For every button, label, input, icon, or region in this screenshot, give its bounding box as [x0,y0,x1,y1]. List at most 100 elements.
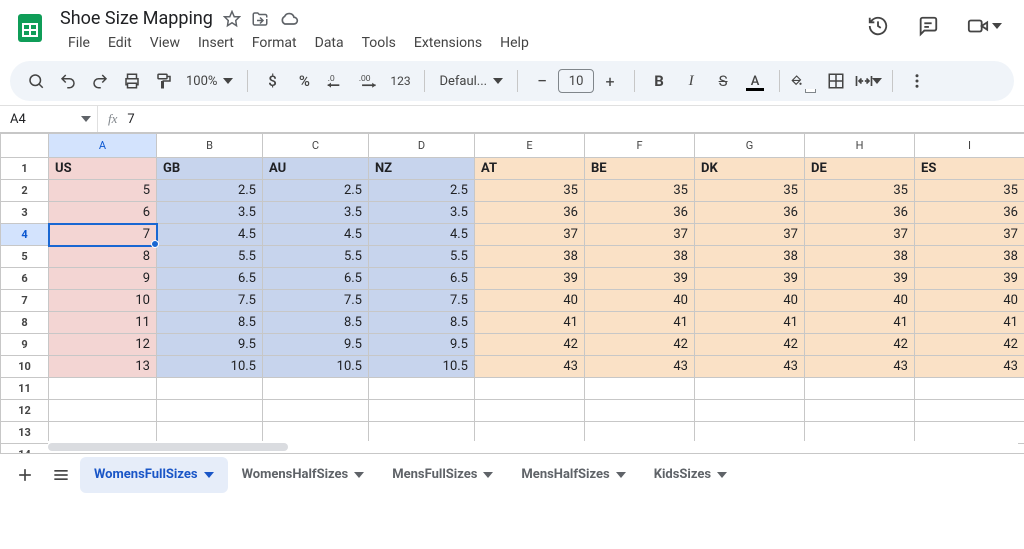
cell[interactable] [369,378,475,400]
cell[interactable]: 39 [915,268,1024,290]
sheet-tab[interactable]: KidsSizes [640,457,741,493]
menu-tools[interactable]: Tools [354,31,404,55]
cell[interactable]: 38 [695,246,805,268]
cell[interactable]: NZ [369,158,475,180]
italic-icon[interactable]: I [677,67,705,95]
row-header[interactable]: 8 [1,312,49,334]
cell[interactable]: GB [157,158,263,180]
star-icon[interactable] [223,10,241,28]
cell[interactable]: 3.5 [369,202,475,224]
cell[interactable] [157,378,263,400]
cell[interactable]: 40 [475,290,585,312]
cell[interactable]: 36 [915,202,1024,224]
cell[interactable]: 42 [475,334,585,356]
cell[interactable]: 9.5 [157,334,263,356]
cell[interactable]: 43 [805,356,915,378]
cell[interactable]: 5.5 [157,246,263,268]
add-sheet-icon[interactable] [8,460,42,490]
chevron-down-icon[interactable] [204,472,214,478]
text-color-icon[interactable]: A [741,67,769,95]
cell[interactable]: 43 [475,356,585,378]
cell[interactable]: AT [475,158,585,180]
cell[interactable]: 4.5 [157,224,263,246]
cell[interactable]: 35 [915,180,1024,202]
sheet-tab[interactable]: MensFullSizes [378,457,507,493]
cell[interactable]: 41 [915,312,1024,334]
cloud-icon[interactable] [279,9,299,29]
cell[interactable]: 37 [695,224,805,246]
cell[interactable]: US [49,158,157,180]
cell[interactable] [695,378,805,400]
cell[interactable] [695,400,805,422]
spreadsheet-grid[interactable]: ABCDEFGHI 1USGBAUNZATBEDKDEES252.52.52.5… [0,133,1024,466]
more-icon[interactable] [903,67,931,95]
cell[interactable]: 40 [695,290,805,312]
cell[interactable]: 35 [475,180,585,202]
cell[interactable]: 37 [585,224,695,246]
cell[interactable]: 2.5 [369,180,475,202]
comments-icon[interactable] [916,14,940,38]
cell[interactable]: 35 [585,180,695,202]
menu-view[interactable]: View [142,31,188,55]
font-size-input[interactable]: 10 [558,69,594,93]
cell[interactable]: 36 [805,202,915,224]
meet-button[interactable] [966,15,1002,37]
chevron-down-icon[interactable] [616,472,626,478]
cell[interactable]: 7 [49,224,157,246]
cell[interactable]: 10.5 [157,356,263,378]
cell[interactable]: 42 [695,334,805,356]
cell[interactable]: 9.5 [263,334,369,356]
menu-data[interactable]: Data [307,31,352,55]
search-icon[interactable] [22,67,50,95]
cell[interactable]: 39 [805,268,915,290]
cell[interactable]: 39 [585,268,695,290]
chevron-down-icon[interactable] [483,472,493,478]
cell[interactable] [263,378,369,400]
cell[interactable] [49,378,157,400]
decrease-decimal-icon[interactable]: .0 [322,67,350,95]
menu-format[interactable]: Format [244,31,305,55]
cell[interactable]: 35 [695,180,805,202]
cell[interactable]: 38 [805,246,915,268]
cell[interactable]: 10.5 [263,356,369,378]
cell[interactable]: 5 [49,180,157,202]
menu-insert[interactable]: Insert [190,31,242,55]
cell[interactable]: 38 [915,246,1024,268]
cell[interactable]: 9.5 [369,334,475,356]
cell[interactable] [915,400,1024,422]
cell[interactable]: 8 [49,246,157,268]
cell[interactable] [475,400,585,422]
cell[interactable]: 9 [49,268,157,290]
cell[interactable]: 36 [475,202,585,224]
cell[interactable]: 7.5 [263,290,369,312]
sheet-tab[interactable]: WomensHalfSizes [228,457,379,493]
cell[interactable]: 8.5 [263,312,369,334]
row-header[interactable]: 7 [1,290,49,312]
cell[interactable]: 42 [915,334,1024,356]
cell[interactable]: 37 [805,224,915,246]
cell[interactable]: 6.5 [263,268,369,290]
cell[interactable] [49,400,157,422]
cell[interactable] [157,400,263,422]
cell[interactable]: DK [695,158,805,180]
cell[interactable] [915,378,1024,400]
cell[interactable]: AU [263,158,369,180]
row-header[interactable]: 13 [1,422,49,444]
bold-icon[interactable]: B [645,67,673,95]
cell[interactable]: 6.5 [157,268,263,290]
redo-icon[interactable] [86,67,114,95]
cell[interactable]: 8.5 [369,312,475,334]
row-header[interactable]: 10 [1,356,49,378]
cell[interactable]: 42 [805,334,915,356]
cell[interactable] [585,378,695,400]
cell[interactable]: 7.5 [157,290,263,312]
menu-help[interactable]: Help [492,31,537,55]
print-icon[interactable] [118,67,146,95]
cell[interactable]: 38 [585,246,695,268]
cell[interactable]: 38 [475,246,585,268]
cell[interactable]: 36 [585,202,695,224]
cell[interactable]: 43 [695,356,805,378]
cell[interactable]: DE [805,158,915,180]
merge-icon[interactable] [854,67,882,95]
cell[interactable]: 41 [475,312,585,334]
